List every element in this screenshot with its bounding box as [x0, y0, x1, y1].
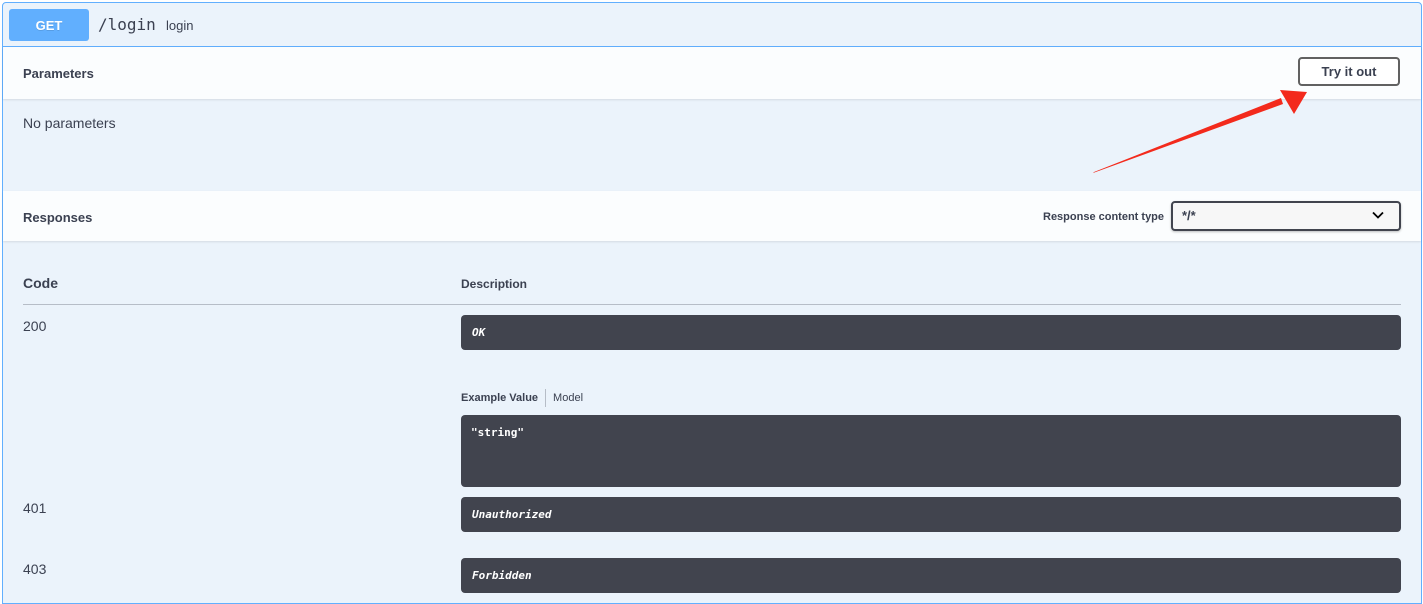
- chevron-down-icon: [1371, 208, 1385, 227]
- response-code-401: 401: [23, 500, 47, 516]
- parameters-header: Parameters Try it out: [3, 47, 1421, 99]
- response-content-type-label: Response content type: [1043, 211, 1165, 223]
- responses-title: Responses: [23, 210, 93, 225]
- response-code-403: 403: [23, 561, 47, 577]
- opblock-summary[interactable]: GET /login login: [3, 3, 1421, 47]
- response-code-200: 200: [23, 318, 47, 334]
- tab-example-value[interactable]: Example Value: [461, 392, 545, 404]
- example-value-box: "string": [461, 415, 1401, 487]
- response-description-403: Forbidden: [461, 558, 1401, 593]
- try-it-out-button[interactable]: Try it out: [1298, 57, 1400, 86]
- response-description-401: Unauthorized: [461, 497, 1401, 532]
- column-header-code: Code: [23, 275, 58, 291]
- no-parameters-text: No parameters: [23, 115, 116, 131]
- response-description-200: OK: [461, 315, 1401, 350]
- parameters-title: Parameters: [23, 66, 94, 81]
- response-description-text: OK: [472, 326, 486, 339]
- endpoint-path[interactable]: /login: [98, 15, 156, 34]
- table-header-divider: [23, 304, 1401, 305]
- selected-content-type: */*: [1182, 208, 1196, 223]
- tab-model[interactable]: Model: [546, 392, 583, 404]
- response-description-text: Forbidden: [472, 569, 532, 582]
- response-description-text: Unauthorized: [472, 508, 552, 521]
- response-content-type-select[interactable]: */*: [1171, 201, 1401, 231]
- example-value-text: "string": [471, 426, 524, 439]
- http-method-badge[interactable]: GET: [9, 9, 89, 41]
- column-header-description: Description: [461, 277, 528, 291]
- example-model-tabs: Example Value Model: [461, 388, 583, 408]
- endpoint-summary[interactable]: login: [166, 18, 193, 33]
- responses-header: Responses Response content type */*: [3, 191, 1421, 241]
- opblock-get-login: GET /login login Parameters Try it out N…: [2, 2, 1422, 604]
